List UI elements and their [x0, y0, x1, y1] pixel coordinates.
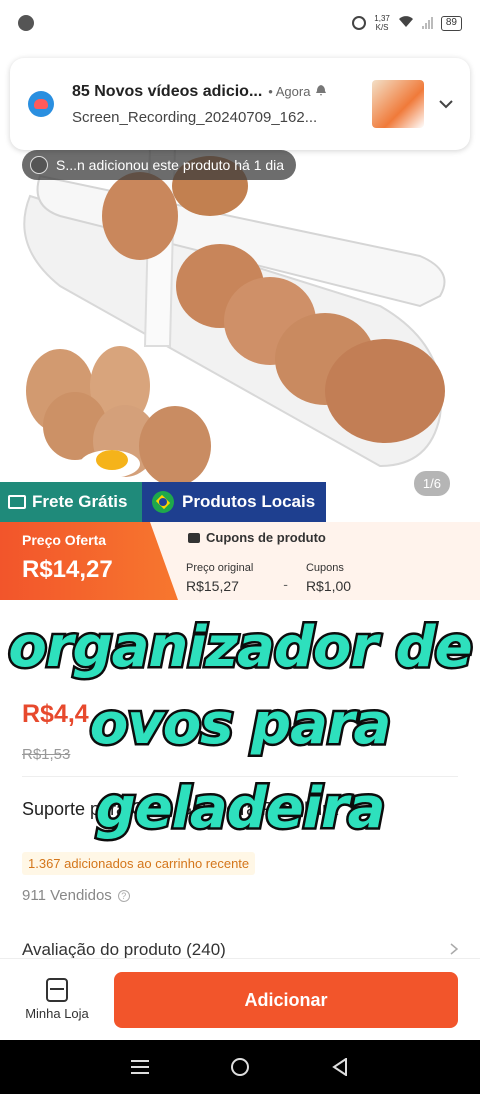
offer-price-value: R$14,27: [22, 556, 113, 583]
notification-time: • Agora: [268, 84, 311, 99]
added-by-pill: S...n adicionou este produto há 1 dia: [22, 150, 297, 180]
back-icon[interactable]: [329, 1056, 351, 1078]
coupon-header-label: Cupons de produto: [206, 530, 326, 545]
original-price-value: R$15,27: [186, 578, 239, 594]
chevron-down-icon[interactable]: [436, 94, 456, 114]
added-by-text: S...n adicionou este produto há 1 dia: [56, 157, 285, 173]
coupon-value: R$1,00: [305, 578, 352, 594]
notification-app-icon: [28, 91, 54, 117]
chevron-right-icon: [450, 940, 458, 960]
network-speed-unit: K/S: [375, 23, 389, 32]
coupon-icon: [188, 532, 200, 543]
notification-text: 85 Novos vídeos adicio... • Agora Screen…: [72, 83, 360, 126]
reviews-link[interactable]: Avaliação do produto (240): [22, 940, 458, 960]
bell-icon: [316, 83, 327, 101]
notification-thumbnail: [372, 80, 424, 128]
network-speed-value: 1,37: [374, 14, 390, 23]
signal-icon: [421, 17, 433, 29]
coupon-header[interactable]: Cupons de produto: [188, 530, 326, 545]
my-store-label: Minha Loja: [25, 1006, 89, 1021]
badges-row: Frete Grátis Produtos Locais: [0, 482, 326, 522]
original-price-col: Preço original R$15,27: [186, 562, 253, 594]
network-speed: 1,37 K/S: [374, 14, 390, 32]
caption-line-1: organizador de: [6, 613, 475, 683]
avatar: [30, 156, 48, 174]
badge-locais-label: Produtos Locais: [182, 492, 316, 511]
minus-sign: -: [283, 576, 288, 592]
bottom-action-bar: Minha Loja Adicionar: [0, 958, 480, 1040]
app-status-icon: [18, 15, 34, 31]
sold-count-text: 911 Vendidos: [22, 887, 112, 904]
caption-line-2: ovos para: [87, 690, 394, 760]
offer-price-block: Preço Oferta R$14,27: [0, 522, 178, 600]
add-button[interactable]: Adicionar: [114, 972, 458, 1028]
badge-produtos-locais: Produtos Locais: [142, 482, 326, 522]
status-right: 1,37 K/S 89: [352, 14, 462, 32]
badge-frete-label: Frete Grátis: [32, 492, 128, 511]
image-counter: 1/6: [413, 471, 450, 496]
my-store-button[interactable]: Minha Loja: [0, 978, 114, 1021]
brazil-flag-icon: [152, 491, 174, 513]
coupon-value-col: Cupons R$1,00: [306, 562, 351, 594]
system-nav-bar: [0, 1040, 480, 1094]
help-icon[interactable]: ?: [117, 889, 130, 902]
reviews-label: Avaliação do produto (240): [22, 940, 226, 959]
screen: 1,37 K/S 89 1/6 85 Novos vídeos adicio..…: [0, 0, 480, 1094]
battery-indicator: 89: [440, 15, 462, 31]
offer-price-label: Preço Oferta: [22, 532, 107, 548]
cart-note-badge: 1.367 adicionados ao carrinho recente: [22, 852, 256, 875]
shipping-icon: [8, 495, 26, 509]
notification-title: 85 Novos vídeos adicio...: [72, 82, 263, 100]
wifi-icon: [398, 15, 414, 32]
notification-card[interactable]: 85 Novos vídeos adicio... • Agora Screen…: [10, 58, 470, 150]
recents-icon[interactable]: [129, 1056, 151, 1078]
coupon-breakdown: Preço original R$15,27 - Cupons R$1,00: [186, 562, 351, 594]
status-bar: 1,37 K/S 89: [0, 0, 480, 46]
home-icon[interactable]: [229, 1056, 251, 1078]
badge-frete-gratis: Frete Grátis: [0, 482, 142, 522]
original-price-label: Preço original: [186, 562, 254, 574]
caption-line-3: geladeira: [93, 774, 388, 844]
notification-body: Screen_Recording_20240709_162...: [72, 108, 318, 126]
coupon-label: Cupons: [305, 562, 344, 574]
store-icon: [46, 978, 68, 1002]
price-banner: Preço Oferta R$14,27 Cupons de produto P…: [0, 522, 480, 600]
alarm-icon: [352, 16, 367, 30]
sold-count: 911 Vendidos ?: [22, 887, 130, 904]
